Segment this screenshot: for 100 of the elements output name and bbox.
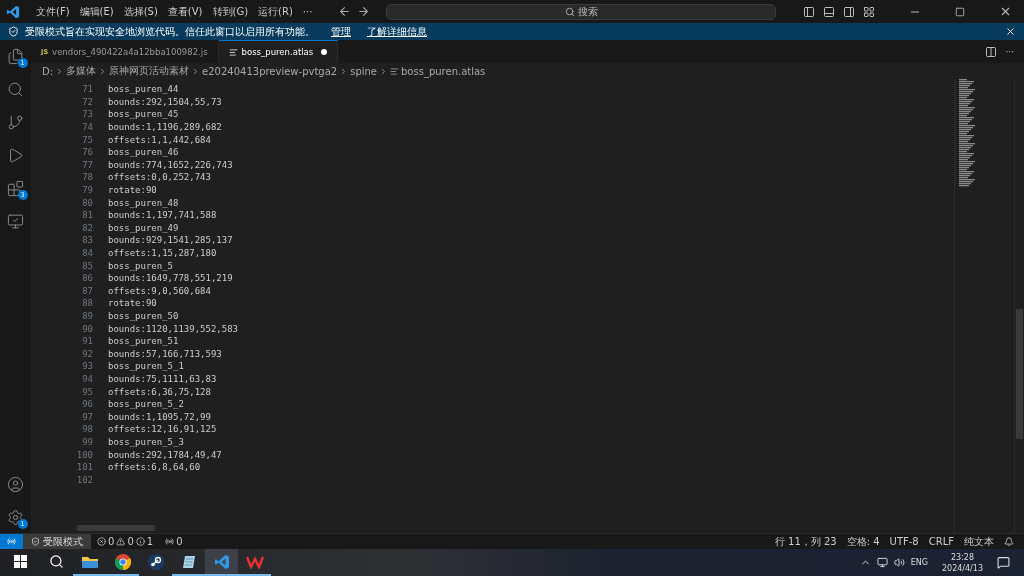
- code-line: offsets:6,36,75,128: [108, 386, 211, 397]
- unsaved-dot: [321, 49, 328, 55]
- status-item[interactable]: 空格: 4: [846, 534, 880, 549]
- line-number: 74: [81, 122, 93, 133]
- code-line: offsets:6,8,64,60: [108, 462, 201, 473]
- code-line: offsets:1,1,442,684: [108, 134, 211, 145]
- layout-icon[interactable]: [863, 5, 875, 18]
- status-item[interactable]: 纯文本: [964, 534, 994, 549]
- line-number: 78: [81, 172, 93, 183]
- notification-icon[interactable]: [1004, 536, 1014, 547]
- editor-tab[interactable]: boss_puren.atlas: [218, 40, 339, 63]
- line-number: 72: [81, 96, 93, 107]
- search-icon: [564, 6, 575, 17]
- menu-item[interactable]: 运行(R): [254, 4, 297, 19]
- breadcrumb-item[interactable]: spine: [350, 65, 377, 77]
- line-number: 96: [81, 399, 93, 410]
- more-menu[interactable]: ···: [298, 6, 317, 17]
- error-icon: [97, 537, 106, 546]
- line-number: 86: [81, 273, 93, 284]
- line-number: 87: [81, 285, 93, 296]
- code-line: rotate:90: [108, 298, 157, 309]
- info-icon: [135, 537, 145, 546]
- account-button[interactable]: [5, 474, 26, 494]
- restricted-mode-button[interactable]: 受限模式: [23, 534, 91, 549]
- menu-item[interactable]: 转到(G): [208, 4, 253, 19]
- forward-icon[interactable]: [357, 5, 371, 18]
- code-line: bounds:292,1784,49,47: [108, 449, 222, 460]
- horizontal-scrollbar[interactable]: [77, 525, 155, 531]
- code-line: boss_puren_50: [108, 311, 179, 321]
- code-line: offsets:1,15,287,180: [108, 248, 217, 258]
- notepad-icon: [180, 553, 197, 570]
- code-line: boss_puren_44: [108, 84, 179, 95]
- wps-icon: [245, 554, 264, 569]
- remote-button[interactable]: [5, 211, 26, 231]
- shield-icon: [8, 26, 19, 37]
- account-icon: [7, 475, 24, 493]
- line-number: 101: [75, 462, 93, 473]
- language-indicator[interactable]: ENG: [910, 558, 928, 567]
- code-line: bounds:1,1196,289,682: [108, 122, 222, 133]
- settings-icon: [7, 508, 24, 526]
- notification-icon[interactable]: [997, 556, 1010, 569]
- code-line: bounds:1,1095,72,99: [108, 411, 211, 422]
- code-line: rotate:90: [108, 185, 157, 196]
- panel-toggle-icon[interactable]: [823, 5, 835, 18]
- line-number: 91: [81, 336, 93, 347]
- menu-item[interactable]: 查看(V): [163, 4, 207, 19]
- banner-message: 受限模式旨在实现安全地浏览代码。信任此窗口以启用所有功能。: [25, 24, 315, 39]
- sidebar-toggle-icon[interactable]: [803, 5, 815, 18]
- code-line: bounds:292,1504,55,73: [108, 96, 222, 107]
- banner-link[interactable]: 了解详细信息: [367, 24, 427, 39]
- code-line: offsets:0,0,252,743: [108, 172, 211, 183]
- breadcrumb-item[interactable]: D:: [42, 65, 54, 77]
- line-number: 99: [81, 436, 93, 447]
- split-editor-icon[interactable]: [985, 45, 998, 58]
- status-item[interactable]: 行 11，列 23: [774, 534, 837, 549]
- line-number: 93: [81, 361, 93, 372]
- line-number: 97: [81, 411, 93, 422]
- line-number: 89: [81, 311, 93, 321]
- breadcrumb-item[interactable]: 多媒体: [66, 64, 97, 78]
- windows-logo-icon: [13, 555, 27, 568]
- status-item[interactable]: CRLF: [928, 536, 954, 547]
- breadcrumb-item[interactable]: 原神网页活动素材: [109, 64, 190, 78]
- clock[interactable]: 23:28 2024/4/13: [941, 551, 983, 574]
- tab-label: vendors_490422a4a12bba100982.js: [52, 47, 208, 57]
- run-icon: [7, 146, 24, 164]
- status-item[interactable]: UTF-8: [889, 536, 919, 547]
- problems-button[interactable]: 0 0 1: [97, 536, 154, 547]
- line-number: 75: [81, 134, 93, 145]
- code-line: boss_puren_5_2: [108, 399, 184, 410]
- ports-button[interactable]: 0: [165, 536, 183, 547]
- vertical-scrollbar[interactable]: [1014, 79, 1024, 533]
- line-number: 84: [81, 248, 93, 258]
- search-field[interactable]: 搜索: [386, 3, 777, 20]
- maximize-icon[interactable]: [955, 6, 965, 17]
- code-line: bounds:1120,1139,552,583: [108, 323, 239, 334]
- menu-item[interactable]: 选择(S): [119, 4, 162, 19]
- network-icon[interactable]: [876, 557, 888, 568]
- breadcrumb-item[interactable]: boss_puren.atlas: [401, 65, 486, 77]
- close-icon[interactable]: [999, 5, 1012, 18]
- line-number: 80: [81, 197, 93, 208]
- antenna-icon: [165, 537, 175, 546]
- more-actions[interactable]: ···: [1005, 46, 1014, 57]
- line-number: 71: [81, 84, 93, 95]
- close-icon[interactable]: [1005, 26, 1016, 37]
- menu-item[interactable]: 编辑(E): [75, 4, 118, 19]
- text-file-icon: [390, 66, 399, 76]
- banner-link[interactable]: 管理: [331, 24, 351, 39]
- code-line: offsets:12,16,91,125: [108, 424, 217, 435]
- volume-icon[interactable]: [893, 557, 905, 568]
- breadcrumb-item[interactable]: e20240413preview-pvtga2: [202, 65, 338, 77]
- menu-item[interactable]: 文件(F): [32, 4, 74, 19]
- line-number: 98: [81, 424, 93, 435]
- line-number: 79: [81, 185, 93, 196]
- back-icon[interactable]: [338, 5, 352, 18]
- shield-icon: [31, 537, 40, 546]
- secondary-sidebar-icon[interactable]: [843, 5, 855, 18]
- code-line: bounds:929,1541,285,137: [108, 235, 233, 246]
- source-control-icon: [7, 113, 24, 131]
- tab-label: boss_puren.atlas: [241, 47, 314, 57]
- code-line: bounds:774,1652,226,743: [108, 159, 233, 170]
